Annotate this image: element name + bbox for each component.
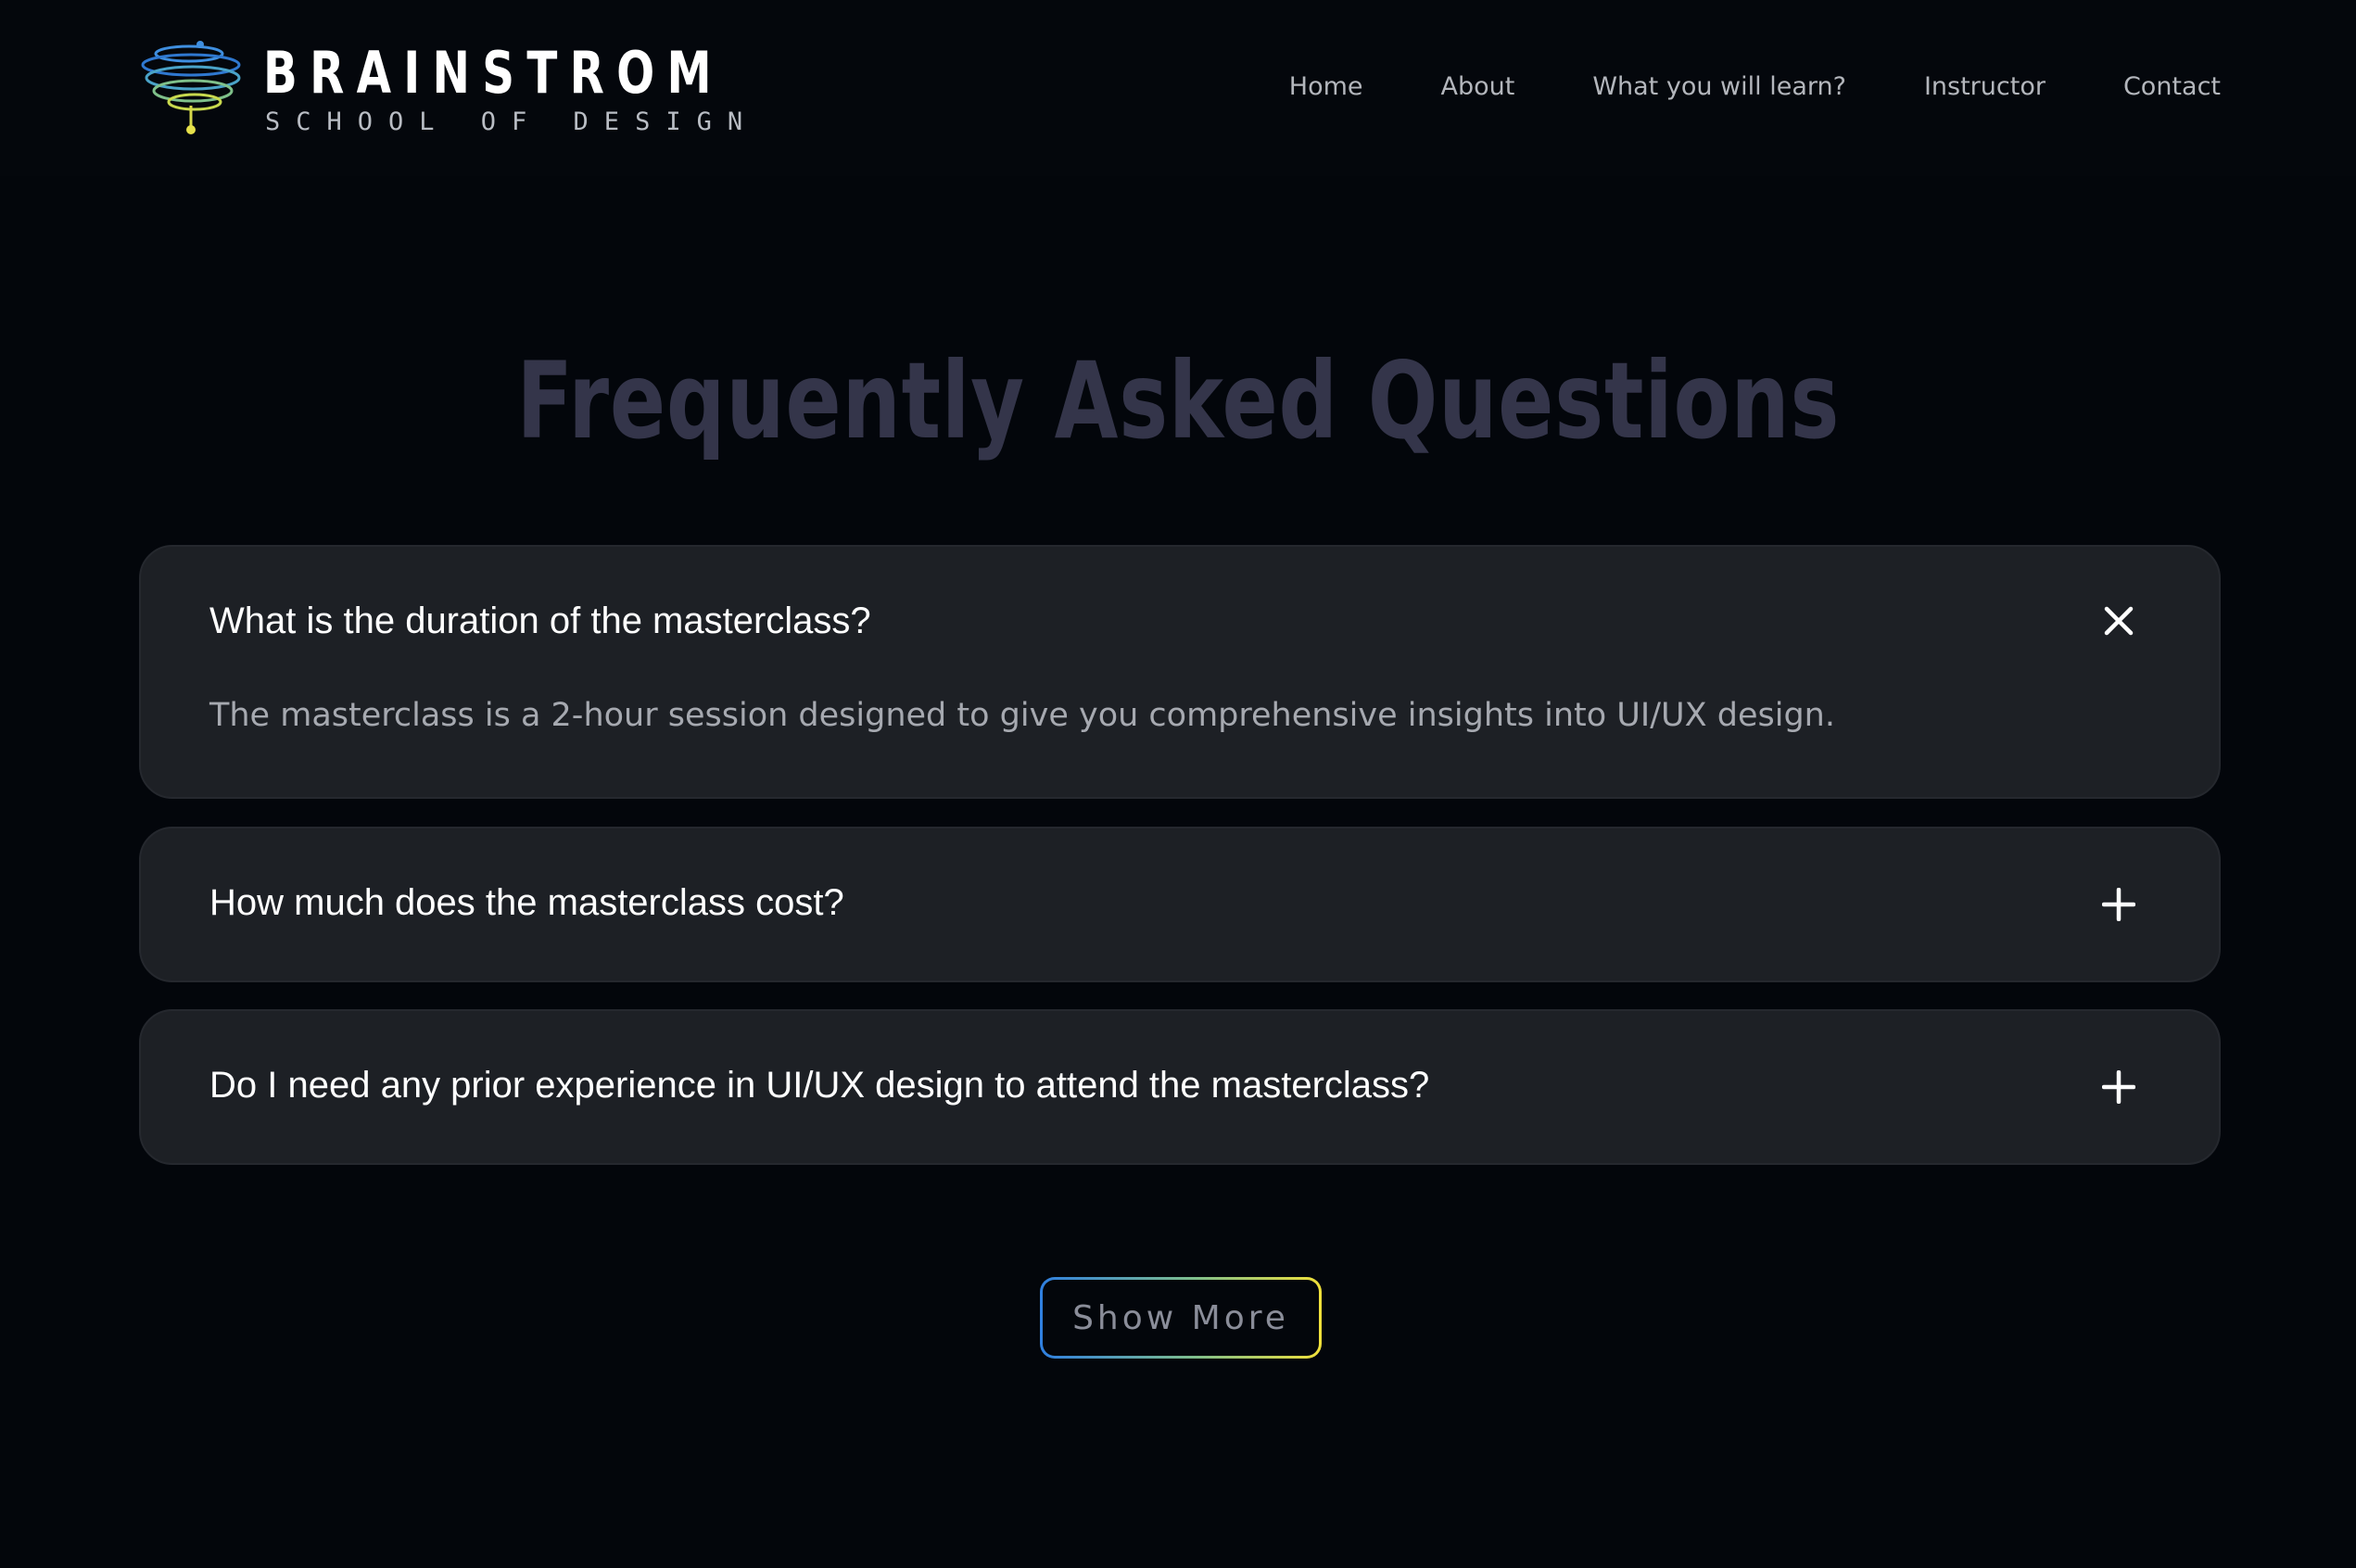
faq-item-cost[interactable]: How much does the masterclass cost? <box>139 827 2221 982</box>
faq-answer: The masterclass is a 2-hour session desi… <box>209 697 1835 734</box>
faq-question[interactable]: Do I need any prior experience in UI/UX … <box>209 1065 1429 1106</box>
brand-name: BRAINSTROM <box>263 39 724 107</box>
brand-logo[interactable]: BRAINSTROM SCHOOL OF DESIGN <box>137 37 742 139</box>
faq-item-prior-experience[interactable]: Do I need any prior experience in UI/UX … <box>139 1009 2221 1165</box>
faq-title-text: Frequently Asked Questions <box>516 339 1840 462</box>
nav-about[interactable]: About <box>1441 72 1515 101</box>
nav-what-you-will-learn[interactable]: What you will learn? <box>1592 72 1846 101</box>
navbar: BRAINSTROM SCHOOL OF DESIGN Home About W… <box>0 0 2356 176</box>
faq-item-duration[interactable]: What is the duration of the masterclass?… <box>139 545 2221 799</box>
nav-contact[interactable]: Contact <box>2123 72 2221 101</box>
faq-title: Frequently Asked Questions <box>0 339 2356 462</box>
plus-icon[interactable] <box>2102 888 2135 921</box>
nav-instructor[interactable]: Instructor <box>1924 72 2046 101</box>
nav-home[interactable]: Home <box>1289 72 1363 101</box>
faq-question[interactable]: How much does the masterclass cost? <box>209 882 844 924</box>
spiral-logo-icon <box>141 41 241 134</box>
main-nav: Home About What you will learn? Instruct… <box>1289 72 2221 101</box>
faq-question[interactable]: What is the duration of the masterclass? <box>209 601 871 642</box>
brand-tagline: SCHOOL OF DESIGN <box>265 107 759 136</box>
close-icon[interactable] <box>2102 604 2135 638</box>
show-more-button[interactable]: Show More <box>1040 1277 1322 1359</box>
plus-icon[interactable] <box>2102 1070 2135 1104</box>
